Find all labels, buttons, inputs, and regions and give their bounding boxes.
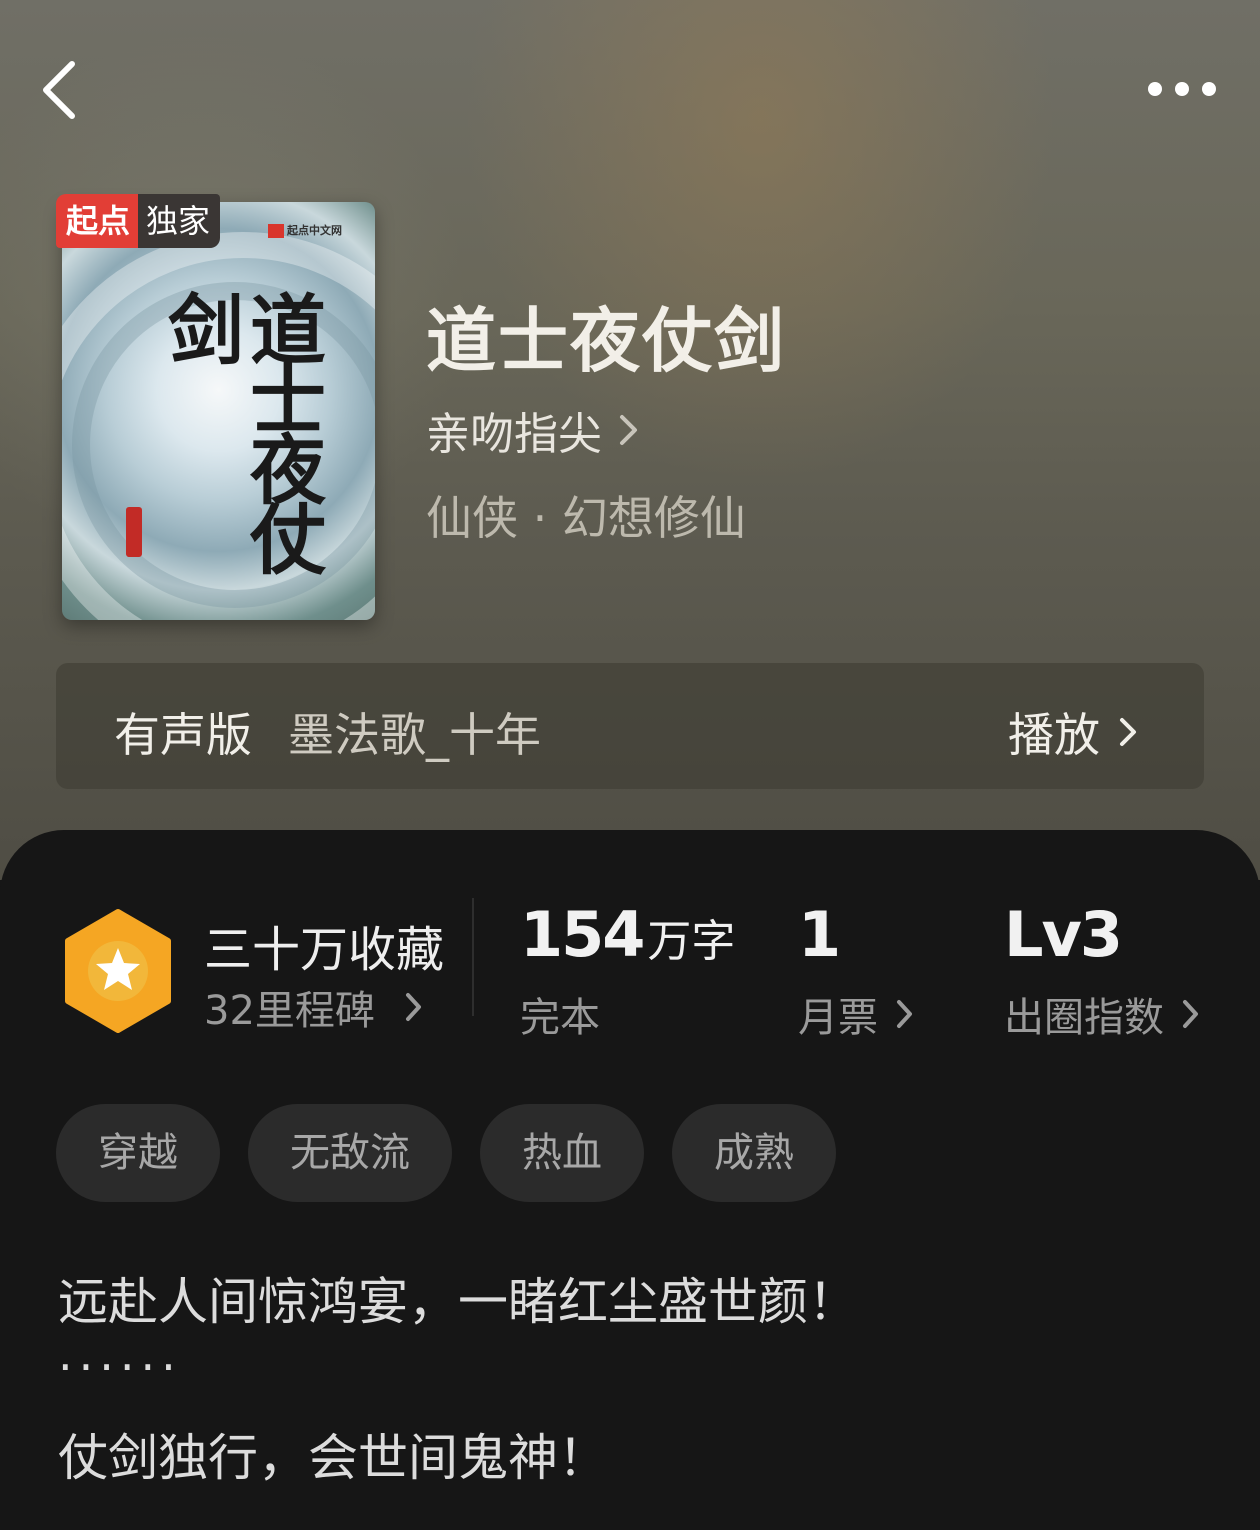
chevron-right-icon	[1120, 718, 1136, 746]
play-label: 播放	[1008, 708, 1100, 762]
level-value: Lv3	[1004, 898, 1123, 971]
exclusive-badge: 起点 独家	[56, 194, 221, 248]
tag-chip[interactable]: 热血	[480, 1104, 644, 1202]
cover-publisher-text: 起点中文网	[287, 224, 342, 237]
cover-publisher: 起点中文网	[268, 222, 342, 238]
description-ellipsis: ······	[58, 1340, 182, 1394]
badge-brand: 起点	[56, 194, 139, 248]
milestones-label: 32里程碑	[204, 988, 375, 1034]
chevron-right-icon	[620, 415, 637, 445]
favorites-count: 三十万收藏	[204, 922, 445, 978]
tag-chip[interactable]: 无敌流	[248, 1104, 452, 1202]
author-link[interactable]: 亲吻指尖	[426, 398, 640, 462]
author-name: 亲吻指尖	[426, 409, 602, 460]
genre-label: 仙侠 · 幻想修仙	[426, 491, 746, 545]
star-hexagon-icon	[65, 909, 171, 1033]
audio-label: 有声版	[114, 708, 252, 762]
monthly-votes-value: 1	[798, 898, 841, 971]
word-count-unit: 万字	[647, 916, 736, 967]
monthly-votes-stat[interactable]: 1 月票	[798, 898, 914, 1043]
chevron-right-icon	[1183, 1000, 1198, 1028]
word-count-value: 154	[520, 898, 645, 971]
audiobook-bar[interactable]: 有声版 墨法歌_十年 播放	[56, 663, 1204, 789]
description-line: 远赴人间惊鸿宴，一睹红尘盛世颜！	[58, 1273, 858, 1331]
publisher-logo-icon	[268, 224, 284, 238]
chevron-right-icon	[405, 993, 421, 1021]
status-label: 完本	[520, 995, 600, 1041]
seal-stamp-icon	[126, 507, 142, 557]
tag-list: 穿越 无敌流 热血 成熟	[56, 1104, 864, 1202]
back-arrow-icon[interactable]	[38, 58, 82, 122]
tag-chip[interactable]: 成熟	[672, 1104, 836, 1202]
cover-title: 道士夜仗剑	[155, 290, 326, 570]
book-title: 道士夜仗剑	[426, 299, 786, 382]
book-cover[interactable]: 起点中文网 道士夜仗剑	[62, 202, 375, 620]
stats-divider	[472, 898, 474, 1016]
more-dots-icon[interactable]	[1142, 76, 1222, 102]
milestones-link[interactable]: 32里程碑	[204, 978, 423, 1036]
badge-exclusive: 独家	[138, 194, 221, 248]
monthly-votes-label: 月票	[798, 995, 878, 1041]
chevron-right-icon	[897, 1000, 912, 1028]
play-button[interactable]: 播放	[1008, 699, 1138, 765]
audio-narrator: 墨法歌_十年	[288, 708, 541, 762]
popularity-stat[interactable]: Lv3 出圈指数	[1004, 898, 1200, 1043]
tag-chip[interactable]: 穿越	[56, 1104, 220, 1202]
word-count-stat: 154万字 完本	[520, 898, 735, 1043]
level-label: 出圈指数	[1004, 995, 1164, 1041]
description-line: 仗剑独行，会世间鬼神！	[58, 1429, 608, 1487]
